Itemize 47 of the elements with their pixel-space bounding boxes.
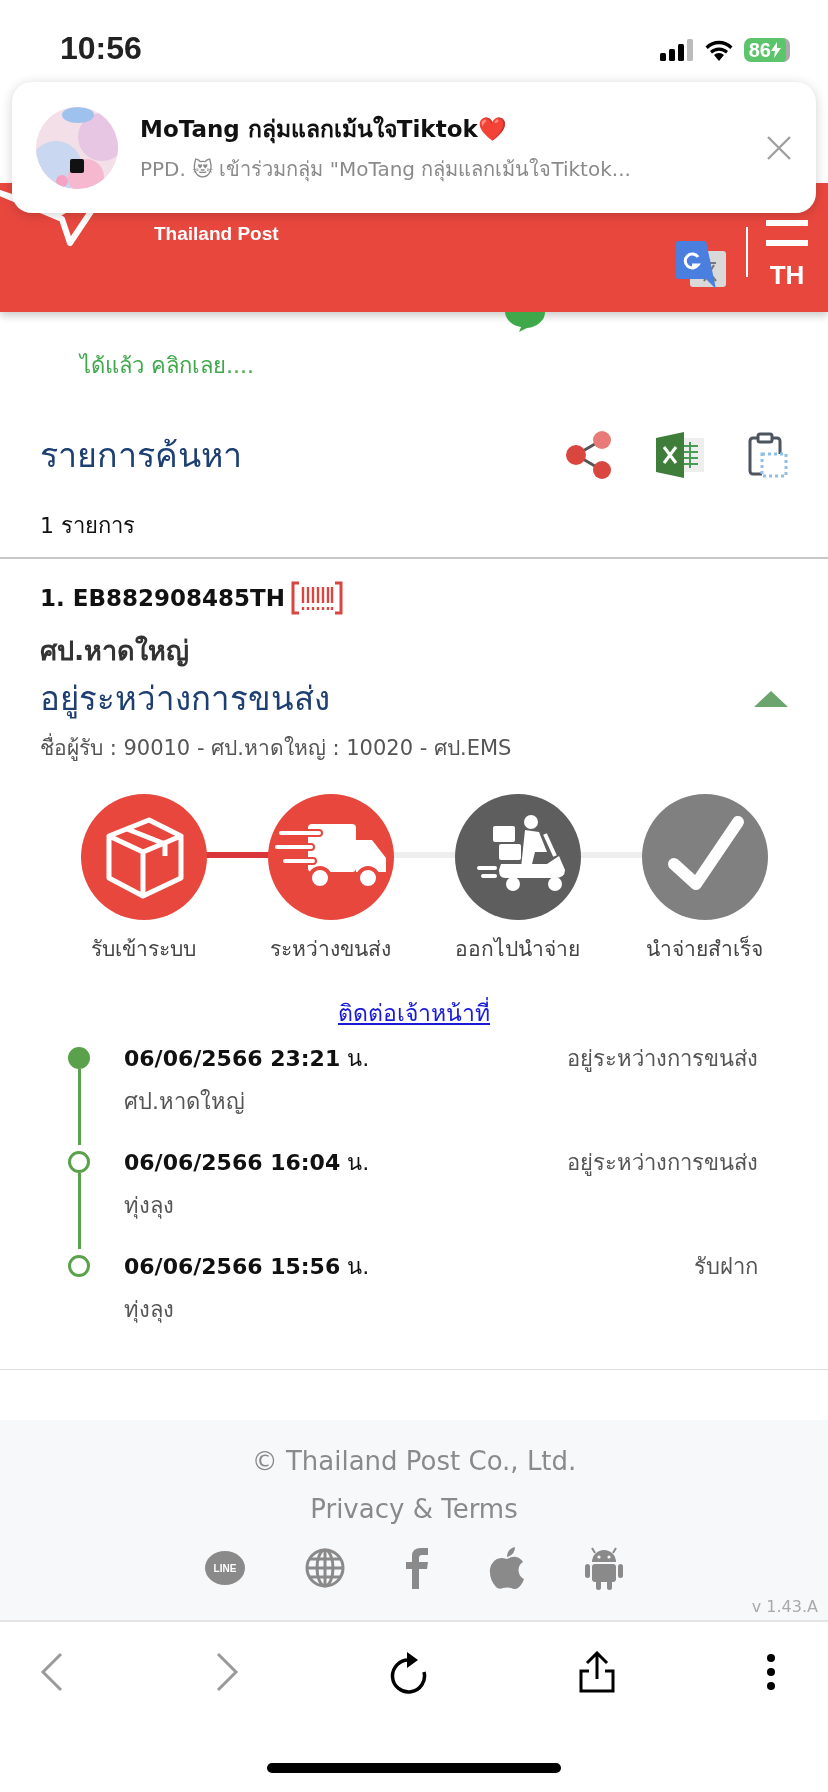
event-location: ทุ่งลุง <box>124 1192 175 1221</box>
more-icon[interactable] <box>766 1653 776 1691</box>
event-datetime: 06/06/2566 23:21 น. <box>124 1045 370 1073</box>
close-icon[interactable] <box>766 134 792 161</box>
notification-message: PPD. 😻 เข้าร่วมกลุ่ม "MoTang กลุ่มแลกเม้นใจTiktok... <box>140 155 632 184</box>
barcode-icon[interactable] <box>290 581 343 615</box>
status-time: 10:56 <box>60 30 142 67</box>
step-label: รับเข้าระบบ <box>91 936 196 963</box>
event-status: อยู่ระหว่างการขนส่ง <box>567 1045 758 1074</box>
facebook-icon[interactable] <box>405 1547 429 1589</box>
office-name: ศป.หาดใหญ่ <box>40 634 191 669</box>
brand-name: Thailand Post <box>154 223 279 245</box>
version-label: v 1.43.A <box>751 1597 818 1616</box>
event-location: ทุ่งลุง <box>124 1296 175 1325</box>
privacy-terms-link[interactable]: Privacy & Terms <box>310 1494 518 1524</box>
results-count: 1 รายการ <box>39 512 136 540</box>
android-icon[interactable] <box>585 1546 623 1590</box>
clipboard-icon[interactable] <box>748 432 788 478</box>
route-info: ชื่อผู้รับ : 90010 - ศป.หาดใหญ่ : 10020 - ศป.EMS <box>40 731 788 764</box>
event-location: ศป.หาดใหญ่ <box>124 1088 246 1116</box>
share-icon[interactable] <box>579 1651 615 1693</box>
language-button[interactable]: TH <box>769 260 805 291</box>
notification-banner[interactable]: MoTang กลุ่มแลกเม้นใจTiktok❤ PPD. 😻 เข้าร่วมกลุ่ม "MoTang กลุ่มแลกเม้นใจTiktok... <box>12 82 816 213</box>
step-label: ออกไปนำจ่าย <box>455 936 580 963</box>
reload-icon[interactable] <box>390 1650 428 1694</box>
parcel-status: อยู่ระหว่างการขนส่ง <box>40 678 330 721</box>
event-datetime: 06/06/2566 16:04 น. <box>124 1149 370 1177</box>
event-status: รับฝาก <box>694 1253 758 1281</box>
results-title: รายการค้นหา <box>40 434 242 477</box>
promo-link[interactable]: ได้แล้ว คลิกเลย.... <box>80 348 254 383</box>
copyright-text: © Thailand Post Co., Ltd. <box>251 1446 577 1476</box>
step-label: นำจ่ายสำเร็จ <box>646 934 763 963</box>
chat-bubble-icon <box>505 312 545 332</box>
battery-icon: 86 <box>743 38 790 62</box>
event-status: อยู่ระหว่างการขนส่ง <box>567 1149 758 1178</box>
wifi-icon <box>703 39 734 61</box>
spreadsheet-icon[interactable] <box>656 432 704 478</box>
notification-title: MoTang กลุ่มแลกเม้นใจTiktok❤ <box>140 114 508 146</box>
signal-icon <box>659 39 694 61</box>
tracking-number: 1. EB882908485TH <box>40 585 285 611</box>
globe-icon[interactable] <box>305 1548 345 1588</box>
share-icon[interactable] <box>566 431 612 479</box>
translate-icon[interactable] <box>676 241 728 291</box>
collapse-icon[interactable] <box>754 688 788 709</box>
step-label: ระหว่างขนส่ง <box>270 936 391 963</box>
event-datetime: 06/06/2566 15:56 น. <box>124 1253 370 1281</box>
apple-icon[interactable] <box>489 1547 525 1589</box>
